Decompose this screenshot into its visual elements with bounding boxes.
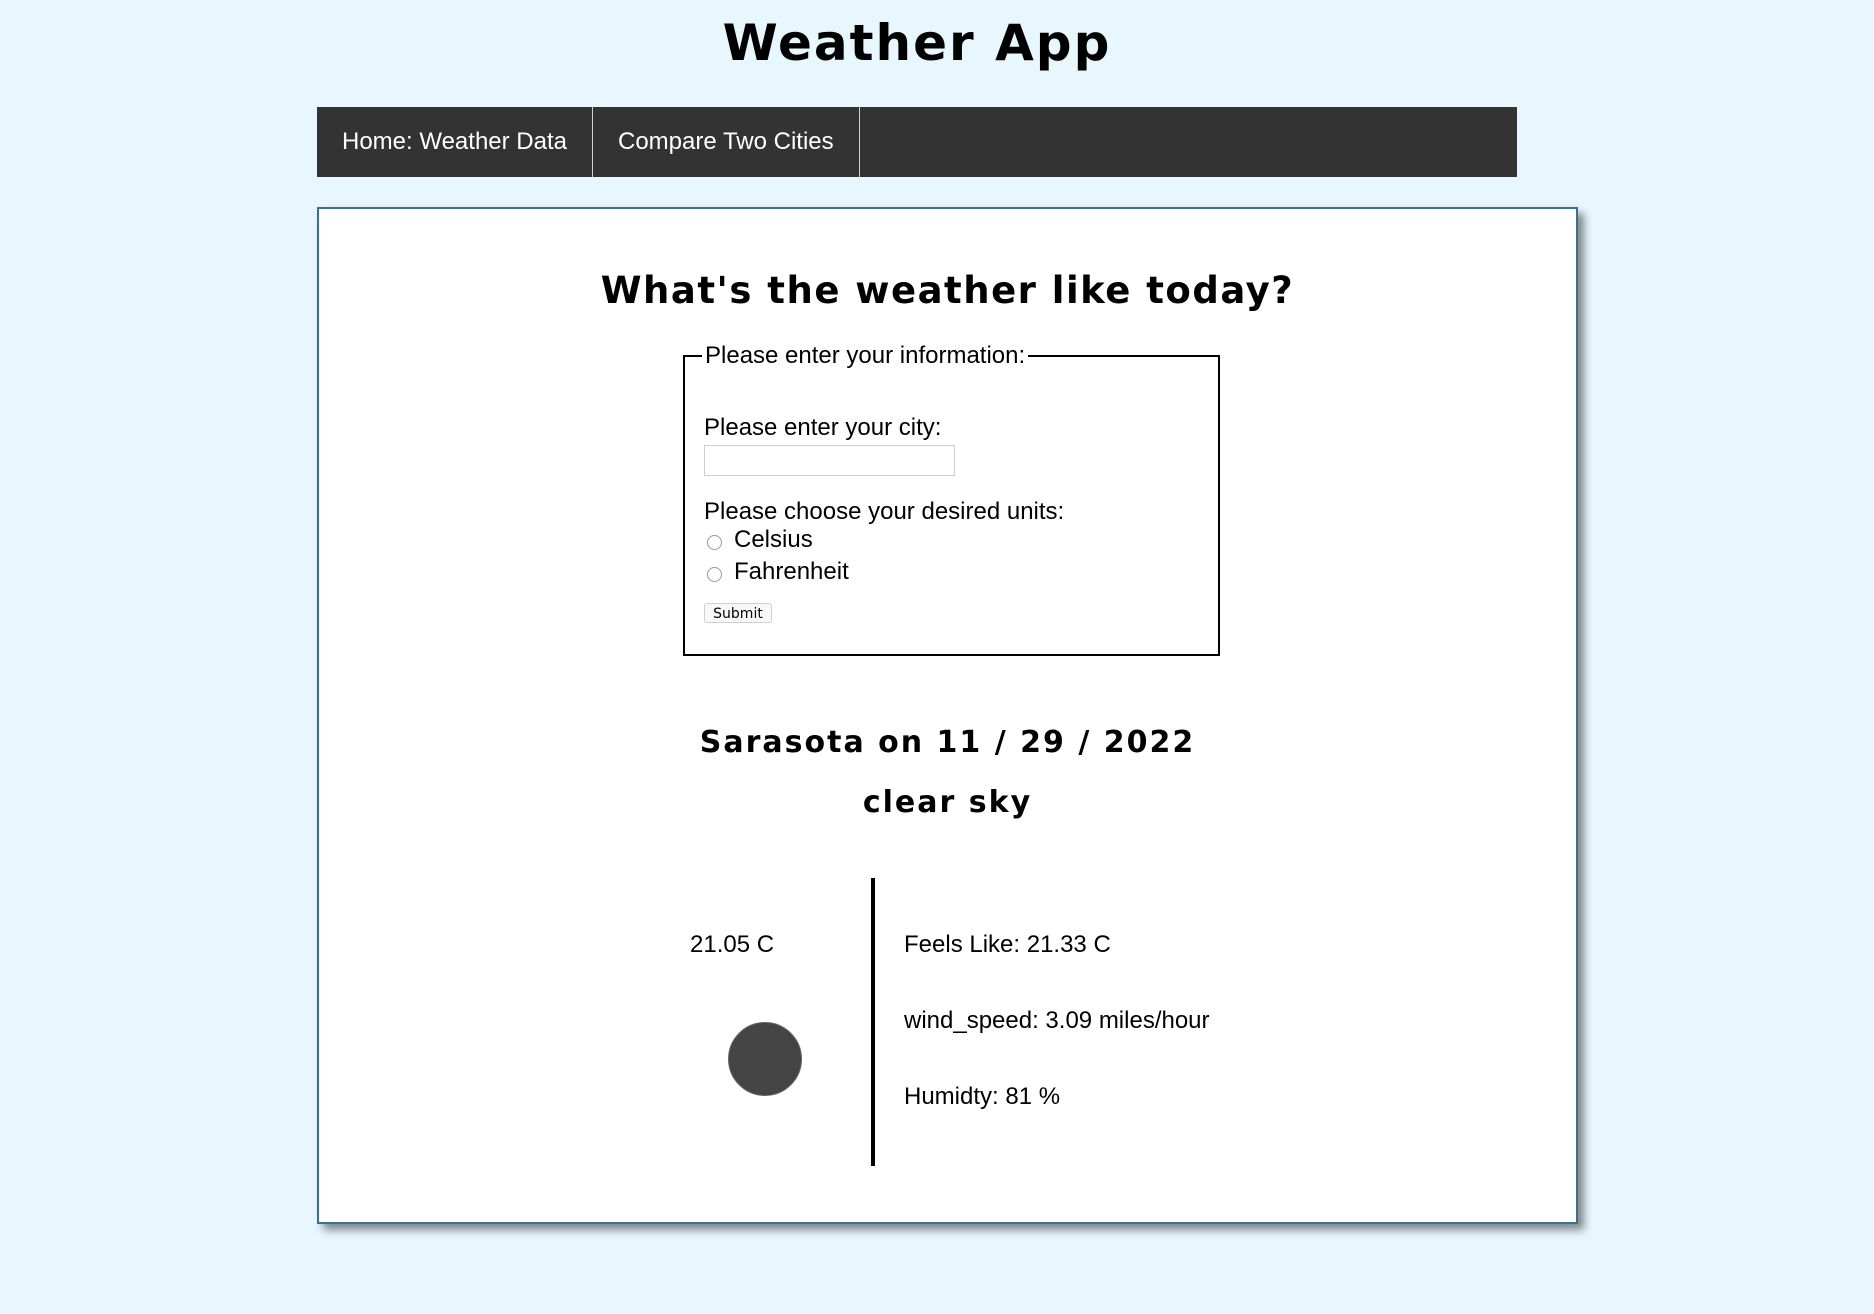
wind-speed-value: wind_speed: 3.09 miles/hour (904, 1007, 1210, 1034)
units-label: Please choose your desired units: (704, 498, 1065, 525)
celsius-radio[interactable] (707, 535, 722, 550)
city-input[interactable] (704, 445, 955, 476)
submit-button[interactable]: Submit (704, 603, 772, 623)
weather-description: clear sky (862, 785, 1033, 820)
page-heading: What's the weather like today? (600, 269, 1295, 312)
info-fieldset: Please enter your information: Please en… (683, 342, 1220, 656)
nav-home-weather-data[interactable]: Home: Weather Data (317, 107, 593, 177)
humidity-value: Humidty: 81 % (904, 1083, 1061, 1110)
celsius-label[interactable]: Celsius (734, 526, 813, 554)
fahrenheit-label[interactable]: Fahrenheit (734, 558, 849, 586)
vertical-divider (871, 878, 875, 1166)
navbar: Home: Weather Data Compare Two Cities (317, 107, 1517, 177)
feels-like-value: Feels Like: 21.33 C (904, 931, 1111, 958)
temperature-value: 21.05 C (690, 931, 775, 958)
nav-compare-two-cities[interactable]: Compare Two Cities (593, 107, 860, 177)
fieldset-legend: Please enter your information: (705, 342, 1026, 369)
city-label: Please enter your city: (704, 414, 942, 441)
city-date-heading: Sarasota on 11 / 29 / 2022 (699, 725, 1196, 760)
weather-card: What's the weather like today? Please en… (317, 207, 1578, 1224)
fahrenheit-radio[interactable] (707, 567, 722, 582)
app-title: Weather App (722, 14, 1112, 72)
weather-condition-icon (728, 1022, 802, 1096)
